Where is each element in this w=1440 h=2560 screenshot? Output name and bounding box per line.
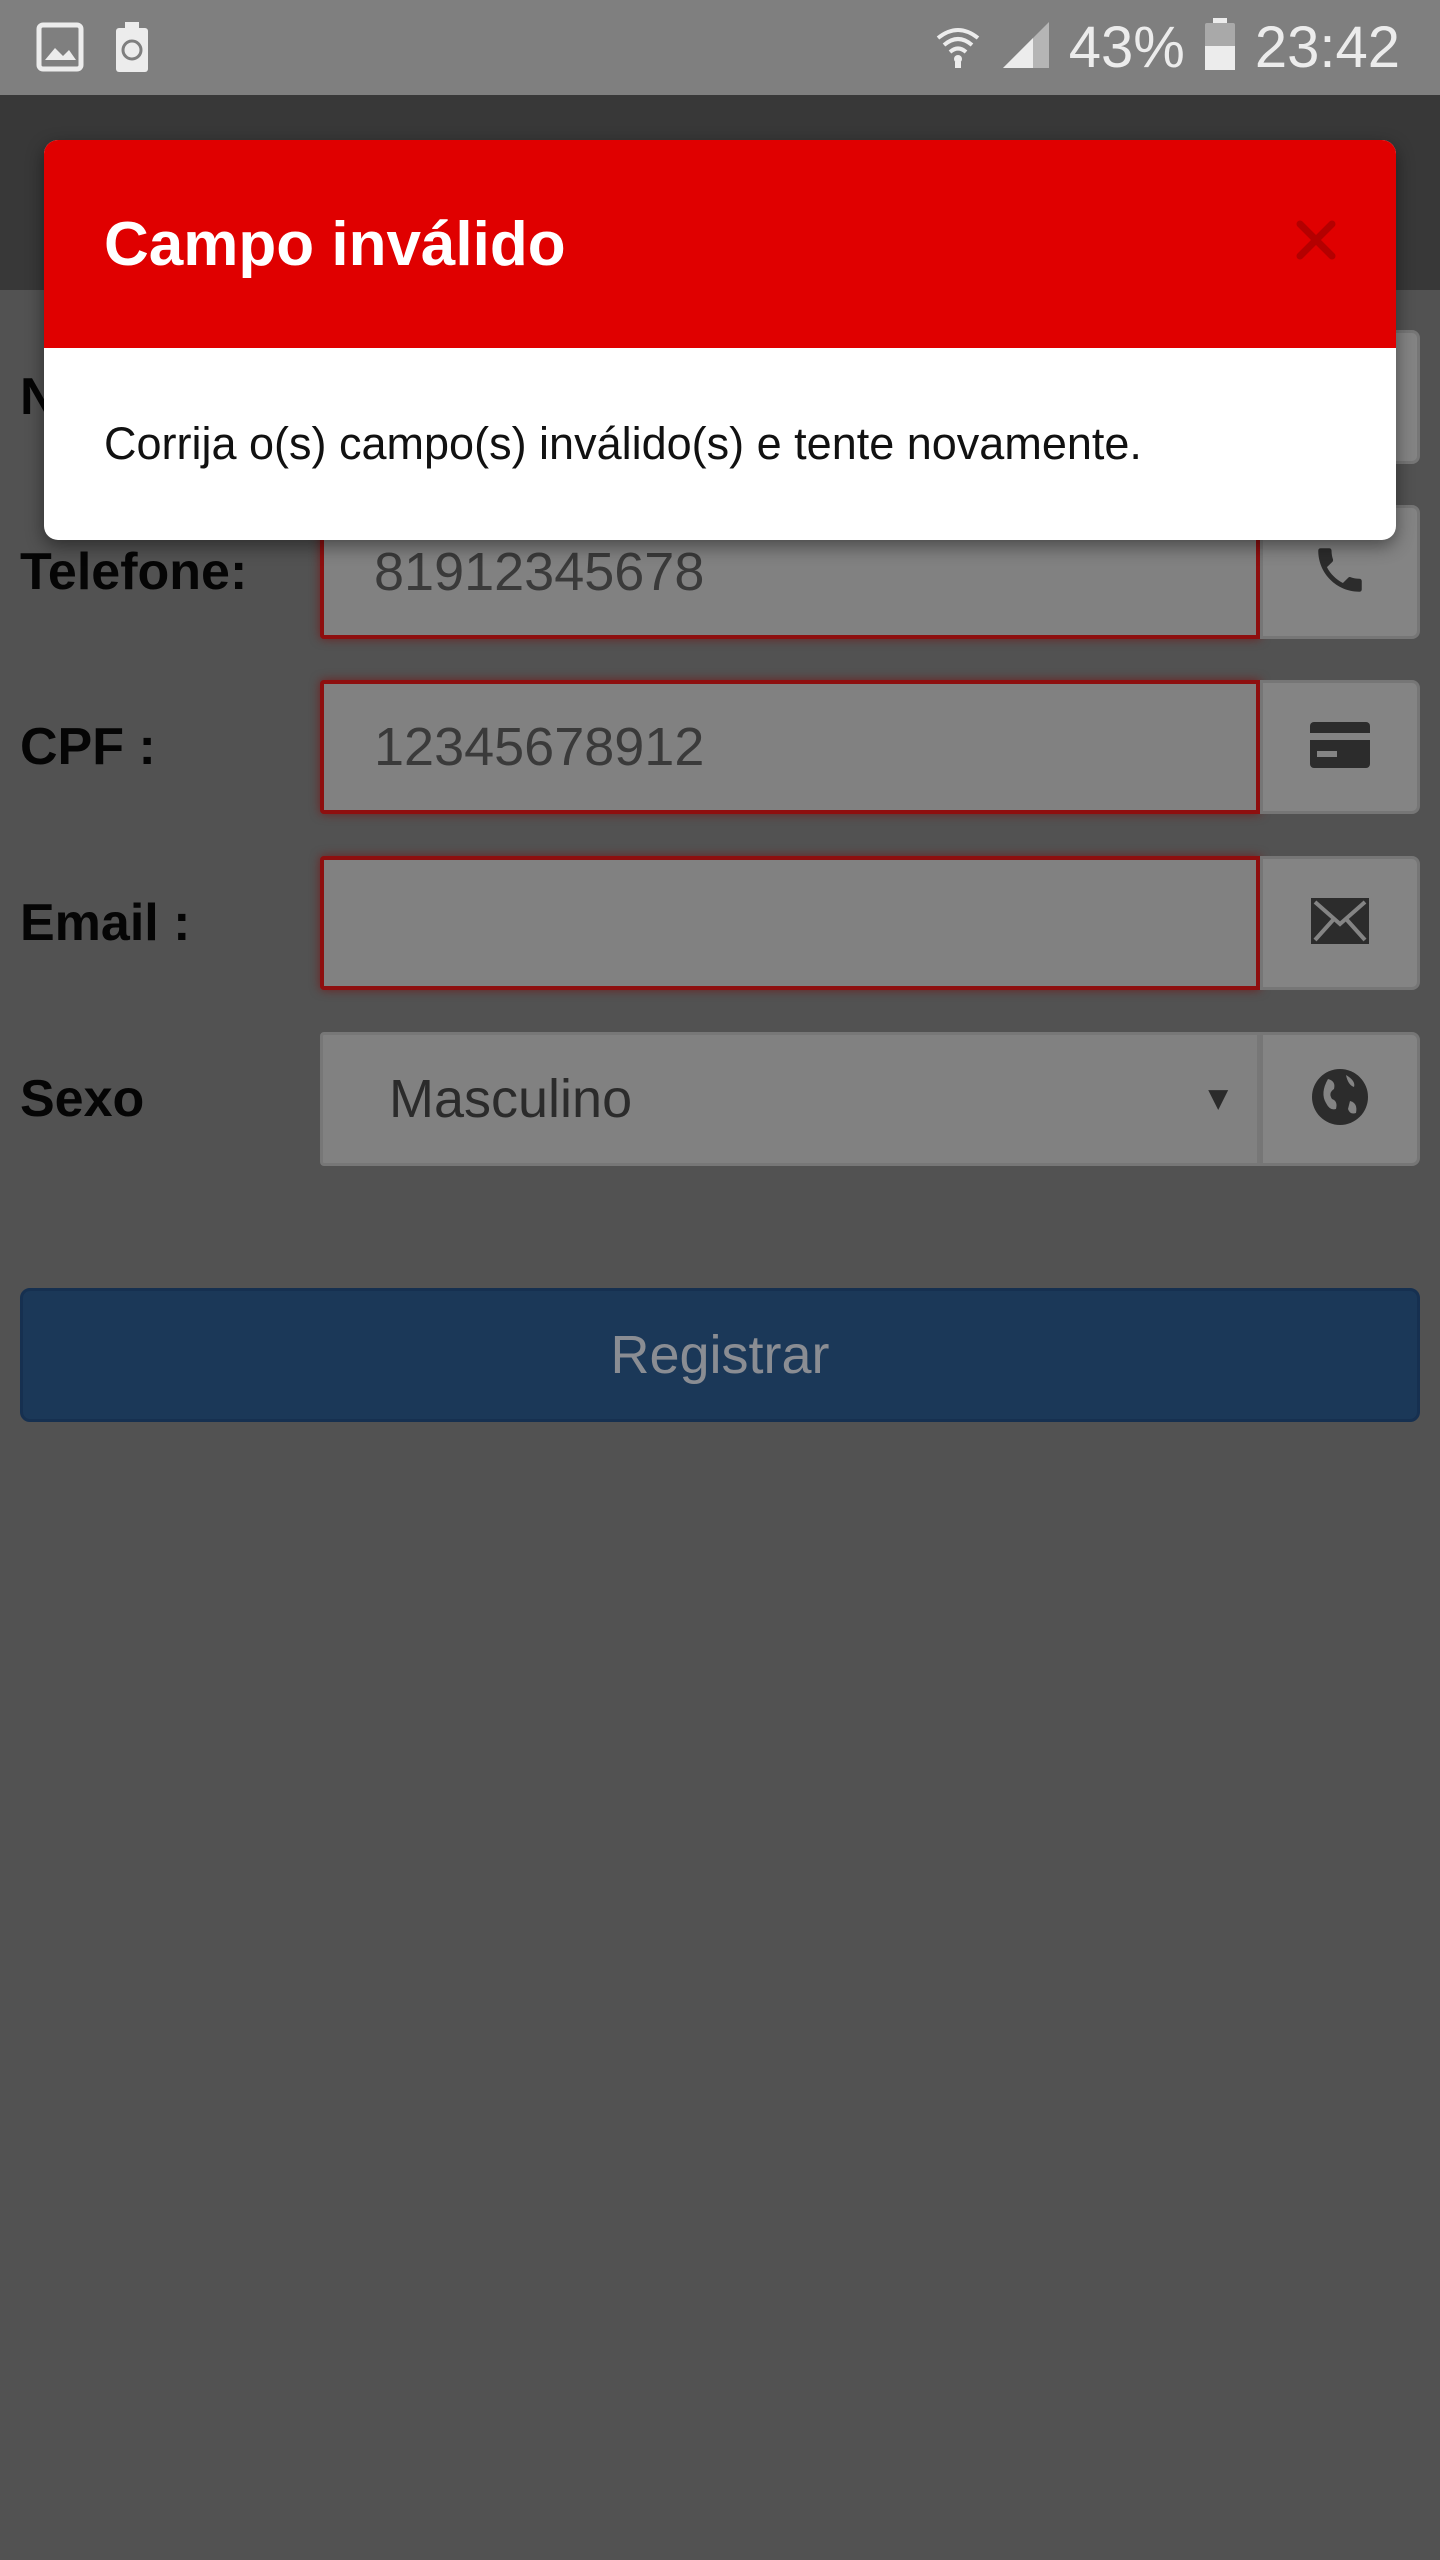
sexo-row: Sexo Masculino ▼ — [0, 1032, 1440, 1166]
email-addon — [1260, 856, 1420, 990]
battery-icon — [1203, 18, 1237, 77]
email-row: Email : — [0, 856, 1440, 990]
recycle-battery-icon — [114, 22, 150, 79]
close-icon[interactable] — [1286, 210, 1346, 270]
card-icon — [1309, 721, 1371, 774]
battery-percent: 43% — [1068, 15, 1185, 80]
modal-message: Corrija o(s) campo(s) inválido(s) e tent… — [104, 418, 1142, 469]
modal-header: Campo inválido — [44, 140, 1396, 348]
email-input[interactable] — [320, 856, 1260, 990]
clock: 23:42 — [1254, 15, 1400, 80]
wifi-icon — [933, 20, 983, 75]
register-button[interactable]: Registrar — [20, 1288, 1420, 1422]
cpf-addon — [1260, 680, 1420, 814]
cpf-label: CPF : — [20, 718, 156, 776]
dropdown-arrow-icon: ▼ — [1201, 1079, 1235, 1118]
cpf-input[interactable]: 12345678912 — [320, 680, 1260, 814]
cpf-row: CPF : 12345678912 — [0, 680, 1440, 814]
email-label: Email : — [20, 894, 191, 952]
image-icon — [36, 22, 84, 79]
sexo-label: Sexo — [20, 1070, 145, 1128]
sexo-addon — [1260, 1032, 1420, 1166]
error-modal: Campo inválido Corrija o(s) campo(s) inv… — [44, 140, 1396, 540]
envelope-icon — [1309, 896, 1371, 951]
sexo-select[interactable]: Masculino ▼ — [320, 1032, 1260, 1166]
phone-icon — [1311, 541, 1369, 604]
signal-icon — [1001, 20, 1051, 75]
modal-title: Campo inválido — [104, 209, 566, 279]
status-bar: 43% 23:42 — [0, 0, 1440, 95]
globe-icon — [1310, 1067, 1370, 1132]
sexo-selected-value: Masculino — [389, 1069, 633, 1129]
